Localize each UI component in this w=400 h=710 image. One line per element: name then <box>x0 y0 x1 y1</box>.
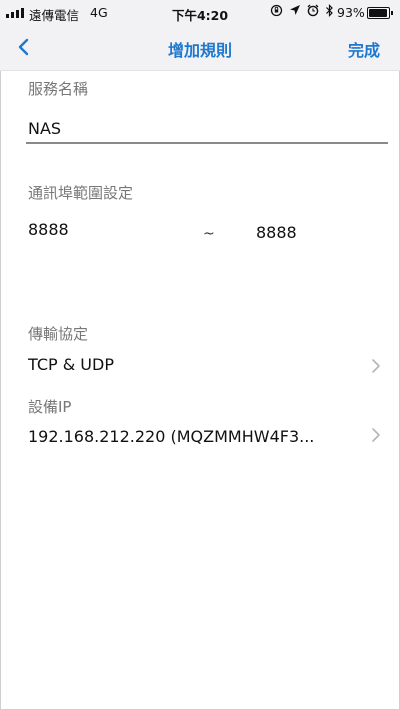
done-button[interactable]: 完成 <box>348 37 380 61</box>
device-ip-value: 192.168.212.220 (MQZMMHW4F3... <box>28 427 315 446</box>
protocol-label: 傳輸協定 <box>28 325 89 343</box>
protocol-row[interactable]: TCP & UDP <box>0 350 400 382</box>
port-end-input[interactable]: 8888 <box>256 223 297 242</box>
chevron-right-icon <box>372 428 380 442</box>
location-arrow-icon <box>289 4 301 20</box>
status-bar: 遠傳電信 4G 下午4:20 93% <box>0 0 400 26</box>
service-name-input[interactable]: NAS <box>28 119 61 138</box>
port-range-label: 通訊埠範圍設定 <box>28 184 134 202</box>
port-start-input[interactable]: 8888 <box>28 220 69 239</box>
battery-percent: 93% <box>337 5 365 20</box>
battery-icon <box>367 7 393 19</box>
screen-rotation-lock-icon <box>270 4 283 20</box>
navigation-bar: 增加規則 完成 <box>0 26 400 71</box>
device-ip-label: 設備IP <box>28 398 72 416</box>
system-icons <box>270 4 334 20</box>
service-name-underline <box>26 142 388 144</box>
port-range-separator: ~ <box>203 226 215 242</box>
device-ip-row[interactable]: 192.168.212.220 (MQZMMHW4F3... <box>0 421 400 453</box>
alarm-icon <box>307 4 319 20</box>
page-title: 增加規則 <box>167 41 232 60</box>
chevron-right-icon <box>372 359 380 373</box>
battery-level <box>369 9 387 17</box>
protocol-value: TCP & UDP <box>28 355 114 374</box>
bluetooth-icon <box>325 4 334 20</box>
service-name-label: 服務名稱 <box>28 80 89 98</box>
